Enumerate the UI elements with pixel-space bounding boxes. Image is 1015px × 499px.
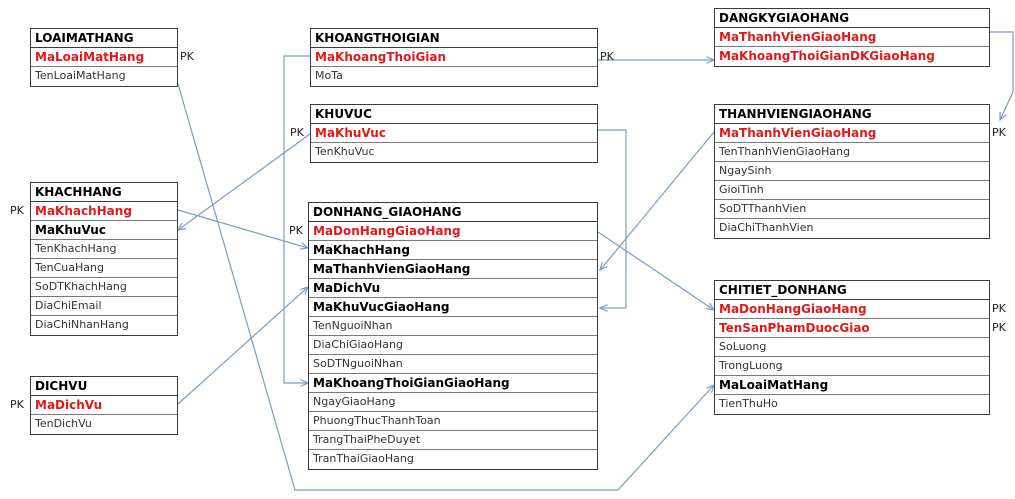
link-dichvu-donhang: [177, 287, 308, 405]
field-tenkhuvuc: TenKhuVuc: [315, 145, 375, 158]
pk-marker: PK: [600, 50, 614, 63]
entity-title: CHITIET_DONHANG: [715, 281, 989, 300]
entity-loaimathang: LOAIMATHANG MaLoaiMatHang TenLoaiMatHang: [30, 28, 178, 87]
field-makhuvuc: MaKhuVuc: [311, 124, 597, 143]
field-trangthaipheduyet: TrangThaiPheDuyet: [309, 431, 597, 450]
field-tenkhachhang: TenKhachHang: [31, 240, 177, 259]
entity-title: LOAIMATHANG: [31, 29, 177, 48]
field-makhoangthoigian: MaKhoangThoiGian: [311, 48, 597, 67]
entity-title: DANGKYGIAOHANG: [715, 9, 989, 28]
field-diachigiaohang: DiaChiGiaoHang: [309, 336, 597, 355]
field-madichvu: MaDichVu: [309, 279, 597, 298]
entity-title: KHUVUC: [311, 105, 597, 124]
pk-marker: PK: [992, 126, 1006, 139]
entity-donhang-giaohang: DONHANG_GIAOHANG MaDonHangGiaoHang MaKha…: [308, 202, 598, 470]
field-diachinhanhang: DiaChiNhanHang: [35, 318, 129, 331]
field-tenloaimathang: TenLoaiMatHang: [35, 69, 126, 82]
entity-title: KHOANGTHOIGIAN: [311, 29, 597, 48]
pk-marker: PK: [10, 204, 24, 217]
link-dangky-thanhvien: [990, 31, 1014, 120]
field-madonhanggiaohang: MaDonHangGiaoHang: [309, 222, 597, 241]
field-mathanhviengiaohang: MaThanhVienGiaoHang: [309, 260, 597, 279]
field-gioitinh: GioiTinh: [715, 181, 989, 200]
field-mathanhviengiaohang: MaThanhVienGiaoHang: [715, 124, 989, 143]
link-khoangthoigian-donhang: [283, 55, 310, 383]
link-khuvuc-donhang: [598, 129, 627, 308]
link-khuvuc-khachhang: [178, 133, 311, 230]
entity-chitiet-donhang: CHITIET_DONHANG MaDonHangGiaoHang TenSan…: [714, 280, 990, 415]
entity-title: DONHANG_GIAOHANG: [309, 203, 597, 222]
field-ngaygiaohang: NgayGiaoHang: [309, 393, 597, 412]
link-donhang-chitiet: [597, 231, 714, 310]
field-makhoangthoigiangiaohang: MaKhoangThoiGianGiaoHang: [309, 374, 597, 393]
field-diachiemail: DiaChiEmail: [31, 297, 177, 316]
field-tendichvu: TenDichVu: [35, 417, 92, 430]
entity-khoangthoigian: KHOANGTHOIGIAN MaKhoangThoiGian MoTa: [310, 28, 598, 87]
entity-thanhviengiaohang: THANHVIENGIAOHANG MaThanhVienGiaoHang Te…: [714, 104, 990, 239]
field-tensanphamduocgiao: TenSanPhamDuocGiao: [715, 319, 989, 338]
field-madichvu: MaDichVu: [31, 396, 177, 415]
entity-title: DICHVU: [31, 377, 177, 396]
pk-marker: PK: [180, 50, 194, 63]
entity-khachhang: KHACHHANG MaKhachHang MaKhuVuc TenKhachH…: [30, 182, 178, 336]
field-sodtnguoinhan: SoDTNguoiNhan: [309, 355, 597, 374]
field-makhachhang: MaKhachHang: [309, 241, 597, 260]
er-diagram-canvas: LOAIMATHANG MaLoaiMatHang TenLoaiMatHang…: [0, 0, 1015, 499]
entity-title: KHACHHANG: [31, 183, 177, 202]
field-mathanhviengiaohang: MaThanhVienGiaoHang: [715, 28, 989, 47]
field-makhuvucgiaohang: MaKhuVucGiaoHang: [309, 298, 597, 317]
field-maloaimathang: MaLoaiMatHang: [31, 48, 177, 67]
field-tienthuho: TienThuHo: [719, 397, 778, 410]
field-madonhanggiaohang: MaDonHangGiaoHang: [715, 300, 989, 319]
field-tencuahang: TenCuaHang: [31, 259, 177, 278]
field-sodtkhachhang: SoDTKhachHang: [31, 278, 177, 297]
entity-dichvu: DICHVU MaDichVu TenDichVu: [30, 376, 178, 435]
pk-marker: PK: [10, 398, 24, 411]
field-phuongthucthanhtoan: PhuongThucThanhToan: [309, 412, 597, 431]
link-thanhvien-donhang: [600, 131, 715, 270]
field-diachithanhvien: DiaChiThanhVien: [719, 221, 814, 234]
field-sodtthanhvien: SoDTThanhVien: [715, 200, 989, 219]
pk-marker: PK: [289, 224, 303, 237]
field-makhuvuc: MaKhuVuc: [31, 221, 177, 240]
field-makhoangthoigiandkgiaohang: MaKhoangThoiGianDKGiaoHang: [719, 49, 935, 63]
field-ngaysinh: NgaySinh: [715, 162, 989, 181]
pk-marker: PK: [992, 321, 1006, 334]
field-mota: MoTa: [315, 69, 343, 82]
field-tenthanhviengiaohang: TenThanhVienGiaoHang: [715, 143, 989, 162]
pk-marker: PK: [992, 302, 1006, 315]
field-tennguoinhan: TenNguoiNhan: [309, 317, 597, 336]
field-maloaimathang: MaLoaiMatHang: [715, 376, 989, 395]
field-tranthaigiaohang: TranThaiGiaoHang: [313, 452, 414, 465]
field-makhachhang: MaKhachHang: [31, 202, 177, 221]
field-trongluong: TrongLuong: [715, 357, 989, 376]
pk-marker: PK: [290, 126, 304, 139]
field-soluong: SoLuong: [715, 338, 989, 357]
entity-dangkygiaohang: DANGKYGIAOHANG MaThanhVienGiaoHang MaKho…: [714, 8, 990, 67]
entity-khuvuc: KHUVUC MaKhuVuc TenKhuVuc: [310, 104, 598, 163]
entity-title: THANHVIENGIAOHANG: [715, 105, 989, 124]
